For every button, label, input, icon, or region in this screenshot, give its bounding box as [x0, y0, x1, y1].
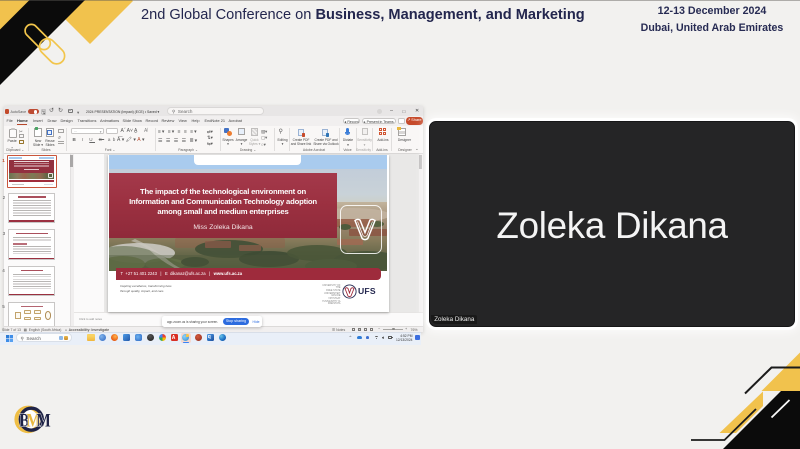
svg-text:M: M — [36, 410, 50, 431]
